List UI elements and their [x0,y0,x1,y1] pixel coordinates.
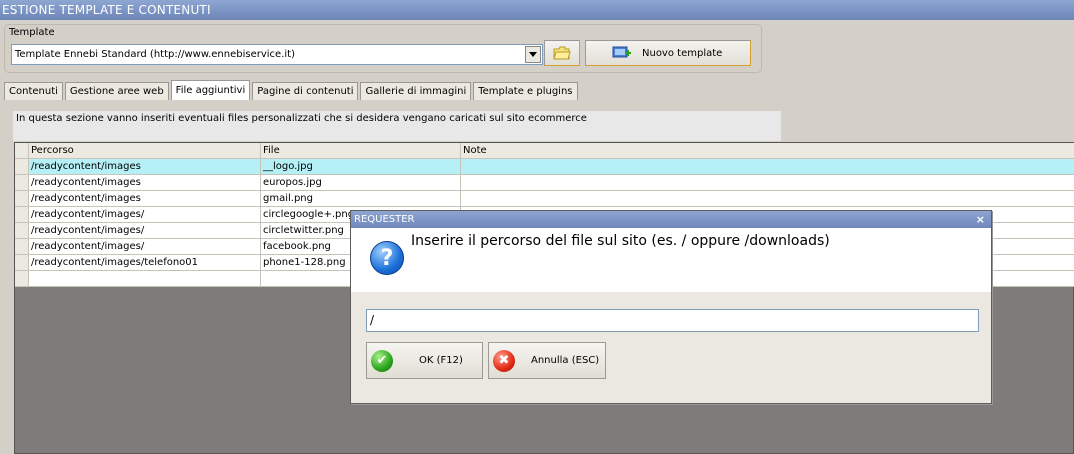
row-indicator-header [15,143,29,159]
requester-dialog: REQUESTER × ? Inserire il percorso del f… [350,210,992,404]
dialog-title: REQUESTER [354,214,415,225]
tab-bar: Contenuti Gestione aree web File aggiunt… [4,80,580,100]
cell-percorso[interactable]: /readycontent/images/ [29,239,261,255]
ok-button-label: OK (F12) [419,355,463,366]
tab-template-e-plugins[interactable]: Template e plugins [473,82,578,100]
template-group: Template Template Ennebi Standard (http:… [4,24,762,73]
folder-icon [553,46,571,60]
row-indicator [15,175,29,191]
dialog-message: Inserire il percorso del file sul sito (… [411,233,830,249]
tab-file-aggiuntivi[interactable]: File aggiuntivi [170,80,251,100]
ok-button[interactable]: ✔ OK (F12) [366,342,483,379]
cell-file[interactable]: europos.jpg [261,175,461,191]
row-indicator [15,223,29,239]
dialog-title-bar[interactable]: REQUESTER × [351,211,991,228]
cell-percorso[interactable] [29,271,261,287]
new-template-button[interactable]: Nuovo template [585,40,751,66]
cancel-button-label: Annulla (ESC) [531,355,600,366]
path-input[interactable]: / [366,309,979,332]
template-select[interactable]: Template Ennebi Standard (http://www.enn… [11,44,543,65]
tab-contenuti[interactable]: Contenuti [4,82,63,100]
cell-percorso[interactable]: /readycontent/images [29,191,261,207]
row-indicator [15,191,29,207]
template-label: Template [9,27,55,38]
tab-gallerie-di-immagini[interactable]: Gallerie di immagini [360,82,472,100]
cell-percorso[interactable]: /readycontent/images [29,175,261,191]
path-input-value: / [370,313,375,327]
template-select-value: Template Ennebi Standard (http://www.enn… [15,49,295,60]
cancel-button[interactable]: ✖ Annulla (ESC) [488,342,606,379]
tab-gestione-aree-web[interactable]: Gestione aree web [64,82,169,100]
table-row[interactable]: /readycontent/images gmail.png [15,191,1074,207]
close-icon[interactable]: × [976,211,985,228]
cell-note[interactable] [461,191,1074,207]
column-header-file[interactable]: File [261,143,461,159]
tab-pagine-di-contenuti[interactable]: Pagine di contenuti [252,82,359,100]
section-info-text: In questa sezione vanno inseriti eventua… [13,111,781,141]
dialog-message-area: ? Inserire il percorso del file sul sito… [351,228,991,292]
cell-note[interactable] [461,175,1074,191]
table-row[interactable]: /readycontent/images __logo.jpg [15,159,1074,175]
cell-percorso[interactable]: /readycontent/images/ [29,223,261,239]
row-indicator [15,239,29,255]
new-template-label: Nuovo template [642,47,723,59]
checkmark-icon: ✔ [371,349,393,372]
row-indicator [15,271,29,287]
column-header-percorso[interactable]: Percorso [29,143,261,159]
column-header-note[interactable]: Note [461,143,1074,159]
table-row[interactable]: /readycontent/images europos.jpg [15,175,1074,191]
cell-file[interactable]: __logo.jpg [261,159,461,175]
grid-header: Percorso File Note [15,143,1074,159]
row-indicator [15,159,29,175]
cancel-icon: ✖ [493,349,515,372]
row-indicator [15,255,29,271]
new-template-icon [612,46,631,58]
cell-percorso[interactable]: /readycontent/images/ [29,207,261,223]
cell-percorso[interactable]: /readycontent/images [29,159,261,175]
cell-percorso[interactable]: /readycontent/images/telefono01 [29,255,261,271]
cell-file[interactable]: gmail.png [261,191,461,207]
window-title: ESTIONE TEMPLATE E CONTENUTI [0,0,1074,20]
question-icon: ? [370,241,404,275]
row-indicator [15,207,29,223]
cell-note[interactable] [461,159,1074,175]
open-folder-button[interactable] [544,40,580,66]
chevron-down-icon[interactable] [525,46,541,63]
